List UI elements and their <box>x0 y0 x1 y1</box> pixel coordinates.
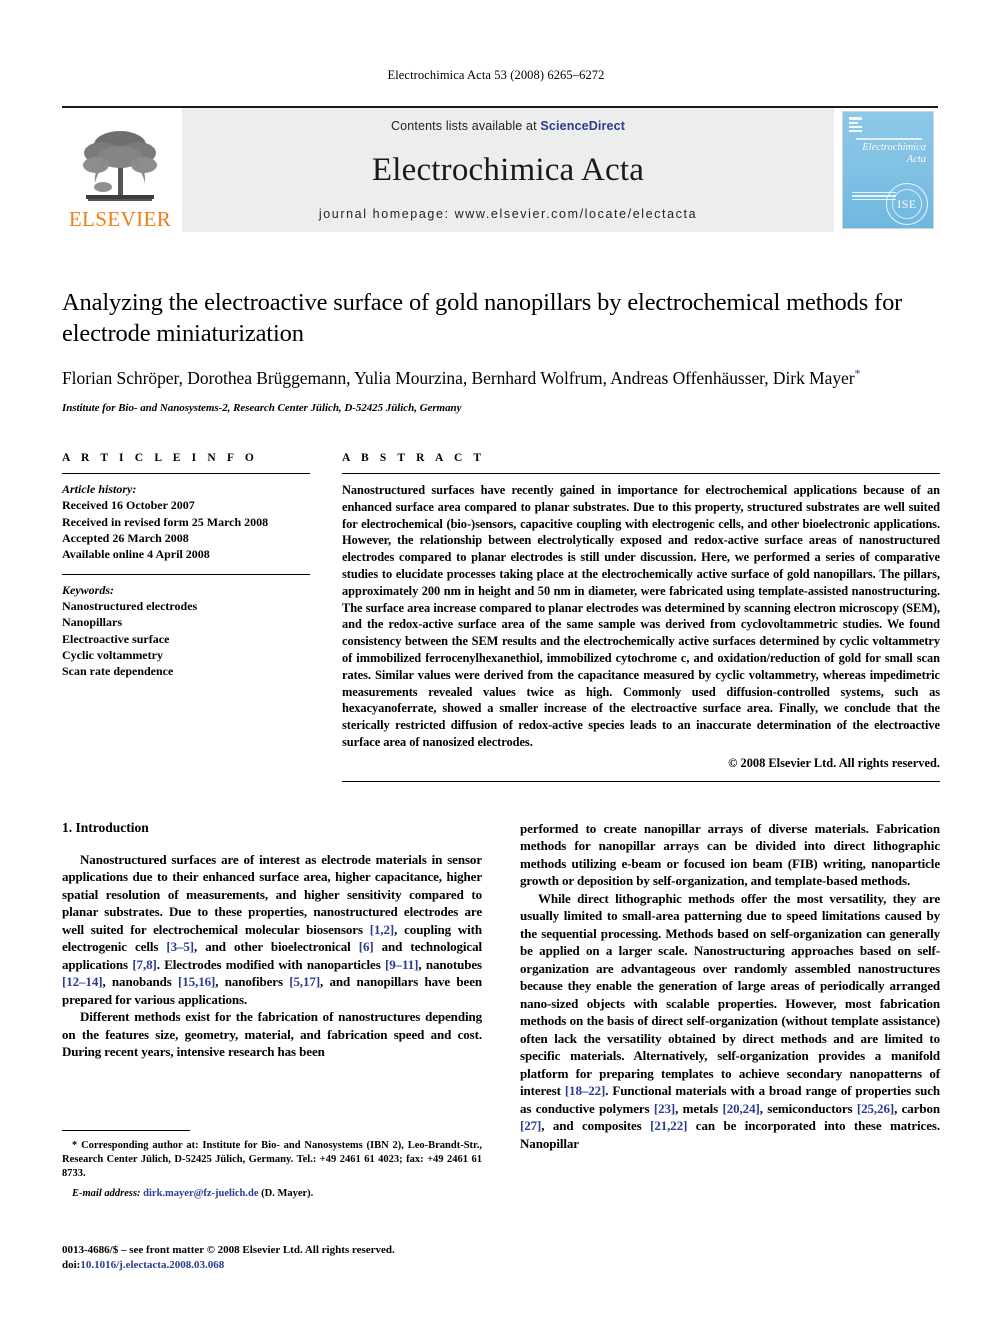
paragraph-text: Nanostructured surfaces are of interest … <box>62 852 483 1007</box>
cover-top-rule <box>856 138 922 140</box>
paragraph: Different methods exist for the fabricat… <box>62 1008 482 1060</box>
page-title: Analyzing the electroactive surface of g… <box>62 289 903 348</box>
masthead-center: Contents lists available at ScienceDirec… <box>182 108 834 232</box>
body-column-gap <box>482 820 520 1250</box>
article-history-label: Article history: <box>62 482 137 496</box>
title-block: Analyzing the electroactive surface of g… <box>62 287 940 414</box>
journal-homepage-link[interactable]: journal homepage: www.elsevier.com/locat… <box>319 207 697 221</box>
abstract-text: Nanostructured surfaces have recently ga… <box>342 483 940 749</box>
paragraph: performed to create nanopillar arrays of… <box>520 820 940 890</box>
email-link[interactable]: dirk.mayer@fz-juelich.de <box>143 1188 258 1199</box>
info-abstract-section: A R T I C L E I N F O Article history: R… <box>62 452 940 782</box>
issn-footer: 0013-4686/$ – see front matter © 2008 El… <box>62 1243 522 1273</box>
ise-seal-label: ISE <box>892 189 922 219</box>
abstract-copyright: © 2008 Elsevier Ltd. All rights reserved… <box>728 755 940 770</box>
abstract-bottom-rule <box>342 780 940 782</box>
email-note: E-mail address: dirk.mayer@fz-juelich.de… <box>62 1187 482 1201</box>
affiliation: Institute for Bio- and Nanosystems-2, Re… <box>62 402 462 415</box>
paragraph: Nanostructured surfaces are of interest … <box>62 851 482 1008</box>
journal-cover-thumbnail: Electrochimica Acta ISE <box>838 108 938 232</box>
cover-image: Electrochimica Acta ISE <box>842 111 934 229</box>
sciencedirect-link[interactable]: ScienceDirect <box>540 119 625 133</box>
elsevier-wordmark: ELSEVIER <box>68 207 172 231</box>
contents-available-line: Contents lists available at ScienceDirec… <box>391 119 625 133</box>
corresponding-author-note: * Corresponding author at: Institute for… <box>62 1140 482 1180</box>
history-item: Received in revised form 25 March 2008 <box>62 514 269 529</box>
history-item: Received 16 October 2007 <box>62 498 195 513</box>
corresponding-author-marker: * <box>854 366 861 381</box>
keyword-item: Scan rate dependence <box>62 664 174 679</box>
elsevier-logo: ELSEVIER <box>62 108 178 232</box>
keyword-item: Electroactive surface <box>62 631 170 646</box>
keyword-item: Nanostructured electrodes <box>62 598 198 613</box>
author-names: Florian Schröper, Dorothea Brüggemann, Y… <box>62 368 855 389</box>
abstract-heading: A B S T R A C T <box>342 452 486 464</box>
footnote-rule <box>62 1130 190 1131</box>
doi-link[interactable]: 10.1016/j.electacta.2008.03.068 <box>80 1259 224 1271</box>
paper-page: Electrochimica Acta 53 (2008) 6265–6272 <box>0 0 992 1323</box>
keyword-item: Cyclic voltammetry <box>62 647 163 662</box>
abstract-column: A B S T R A C T Nanostructured surfaces … <box>342 452 940 782</box>
running-head: Electrochimica Acta 53 (2008) 6265–6272 <box>387 68 605 82</box>
cover-journal-name-line2: Acta <box>906 153 926 165</box>
email-suffix: (D. Mayer). <box>261 1187 314 1199</box>
section-title-introduction: 1. Introduction <box>62 820 149 835</box>
doi-line: doi:10.1016/j.electacta.2008.03.068 <box>62 1258 522 1273</box>
keyword-item: Nanopillars <box>62 615 123 630</box>
history-item: Available online 4 April 2008 <box>62 547 210 562</box>
cover-journal-name: Electrochimica Acta <box>852 142 926 166</box>
contents-prefix: Contents lists available at <box>390 119 541 133</box>
journal-masthead: ELSEVIER Contents lists available at Sci… <box>62 106 938 232</box>
footnote-block: * Corresponding author at: Institute for… <box>62 1130 482 1201</box>
paragraph: While direct lithographic methods offer … <box>520 890 940 1152</box>
article-history-group: Article history: Received 16 October 200… <box>62 474 310 574</box>
cover-journal-name-line1: Electrochimica <box>862 142 926 153</box>
paragraph-text: Different methods exist for the fabricat… <box>62 1009 482 1060</box>
paragraph-text: performed to create nanopillar arrays of… <box>520 821 940 889</box>
elsevier-tree-icon <box>83 131 157 201</box>
keywords-label: Keywords: <box>62 582 114 597</box>
doi-label: doi: <box>62 1259 81 1272</box>
journal-title: Electrochimica Acta <box>371 151 645 188</box>
column-gap <box>310 452 342 782</box>
author-list: Florian Schröper, Dorothea Brüggemann, Y… <box>62 365 940 390</box>
article-info-column: A R T I C L E I N F O Article history: R… <box>62 452 310 782</box>
body-right-column: performed to create nanopillar arrays of… <box>520 820 940 1250</box>
cover-elsevier-icon <box>849 117 862 132</box>
front-matter-line: 0013-4686/$ – see front matter © 2008 El… <box>62 1244 395 1256</box>
paragraph-text: While direct lithographic methods offer … <box>520 890 941 1151</box>
keywords-group: Keywords: Nanostructured electrodes Nano… <box>62 575 310 691</box>
ise-seal-icon: ISE <box>886 183 928 225</box>
history-item: Accepted 26 March 2008 <box>62 530 189 545</box>
email-label: E-mail address: <box>72 1187 141 1199</box>
article-info-heading: A R T I C L E I N F O <box>62 452 258 464</box>
